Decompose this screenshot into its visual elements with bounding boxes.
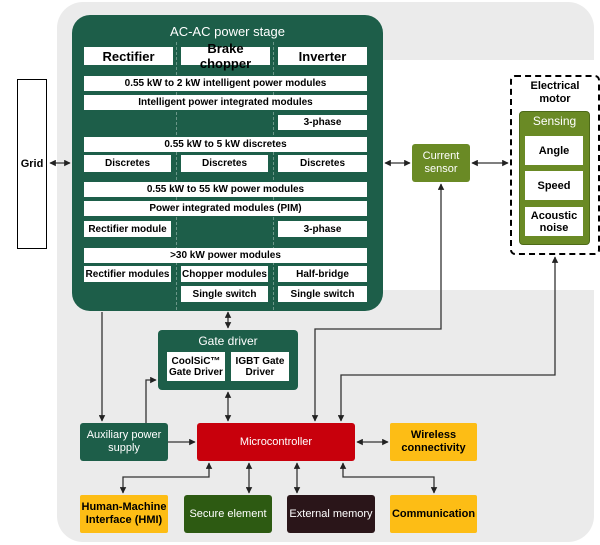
connector-lines bbox=[49, 159, 559, 494]
aux-gate-link bbox=[145, 376, 157, 423]
sensor-mcu-link bbox=[311, 183, 445, 422]
mcu-hmi-link bbox=[119, 462, 213, 494]
motor-mcu-link bbox=[337, 256, 559, 422]
mcu-communication-link bbox=[339, 462, 438, 494]
